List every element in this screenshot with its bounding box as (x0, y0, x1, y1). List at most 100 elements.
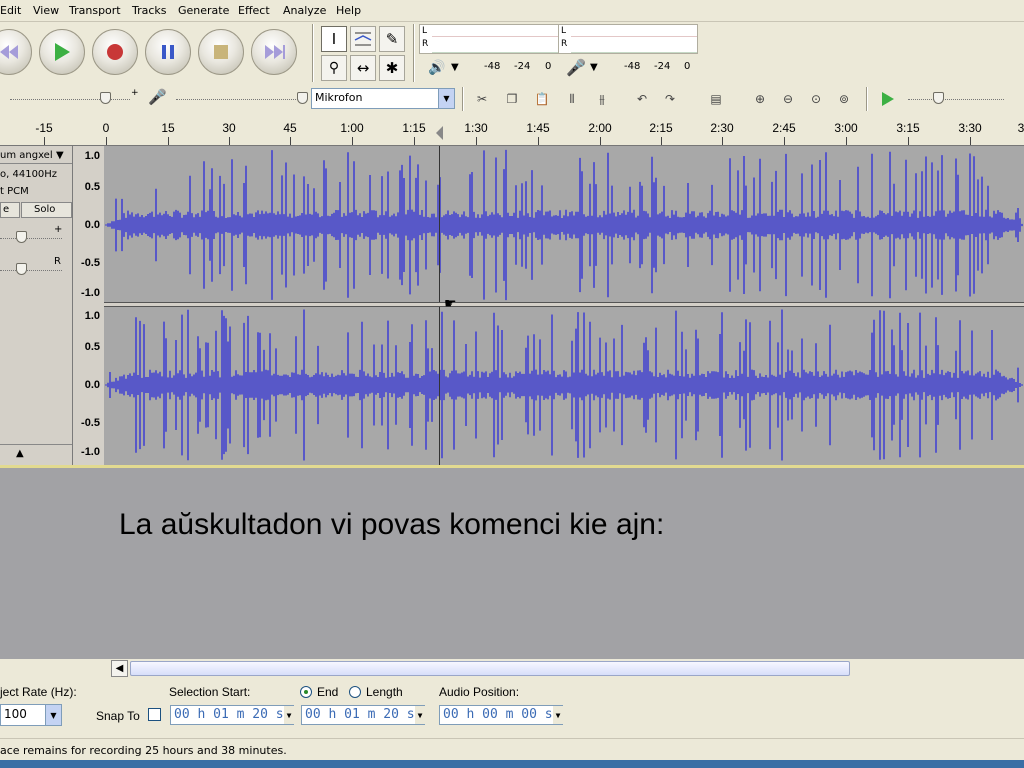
trim-button[interactable]: ⫴ (560, 88, 584, 110)
selection-end-time[interactable]: 00 h 01 m 20 s ▼ (301, 705, 425, 725)
ruler-label: 2:15 (649, 121, 673, 135)
selection-start-label: Selection Start: (169, 685, 251, 699)
zoom-in-button[interactable]: ⊕ (748, 88, 772, 110)
amplitude-label: -0.5 (81, 257, 100, 269)
menu-transport[interactable]: Transport (69, 4, 121, 17)
record-meter[interactable]: L R (558, 24, 698, 54)
menu-tracks[interactable]: Tracks (132, 4, 167, 17)
toolbar-area: I ✎ ⚲ ↔ ✱ L R L R 🔊 ▼ -48 -24 0 🎤 ▼ -48 … (0, 22, 1024, 115)
input-volume-thumb[interactable] (297, 92, 308, 104)
envelope-tool-button[interactable] (350, 26, 376, 52)
menu-help[interactable]: Help (336, 4, 361, 17)
toolbar-separator (312, 24, 314, 82)
amplitude-label: -1.0 (81, 446, 100, 458)
menu-effect[interactable]: Effect (238, 4, 270, 17)
ruler-label: -15 (35, 121, 53, 135)
fit-selection-button[interactable]: ⊙ (804, 88, 828, 110)
ruler-label: 3:30 (958, 121, 982, 135)
zoom-out-button[interactable]: ⊖ (776, 88, 800, 110)
menu-generate[interactable]: Generate (178, 4, 229, 17)
play-icon (882, 92, 894, 106)
playback-meter[interactable]: L R (419, 24, 559, 54)
solo-button[interactable]: Solo (21, 202, 72, 218)
zoom-tool-button[interactable]: ⚲ (321, 55, 347, 81)
input-source-select[interactable]: Mikrofon ▼ (311, 88, 455, 109)
microphone-icon[interactable]: 🎤 (566, 58, 586, 77)
paste-button[interactable]: 📋 (530, 88, 554, 110)
output-volume-slider[interactable] (10, 99, 130, 100)
chevron-down-icon[interactable]: ▼ (590, 62, 598, 73)
end-label: End (317, 685, 339, 699)
meter-left-label: L (561, 26, 567, 36)
multi-tool-button[interactable]: ✱ (379, 55, 405, 81)
ruler-label: 1:30 (464, 121, 488, 135)
gain-thumb[interactable] (16, 231, 27, 243)
pencil-icon: ✎ (385, 30, 399, 48)
play-icon (40, 30, 84, 74)
redo-button[interactable]: ↷ (658, 88, 682, 110)
waveform-channel (105, 309, 1023, 461)
audio-position-time[interactable]: 00 h 00 m 00 s ▼ (439, 705, 563, 725)
meter-scale-label: -48 (624, 61, 641, 72)
track-rate-info: o, 44100Hz (0, 169, 58, 180)
undo-button[interactable]: ↶ (630, 88, 654, 110)
stop-icon (199, 30, 243, 74)
selection-tool-button[interactable]: I (321, 26, 347, 52)
channel-divider (104, 302, 1024, 307)
draw-tool-button[interactable]: ✎ (379, 26, 405, 52)
scroll-left-button[interactable]: ◀ (111, 660, 128, 677)
timeline-ruler[interactable]: -15 0 15 30 45 1:00 1:15 1:30 1:45 2:00 … (0, 115, 1024, 146)
pan-slider[interactable] (0, 270, 62, 271)
meter-right-label: R (422, 39, 429, 49)
cut-button[interactable]: ✂ (470, 88, 494, 110)
menu-view[interactable]: View (33, 4, 59, 17)
sync-lock-button[interactable]: ▤ (704, 88, 728, 110)
menu-bar: Edit View Transport Tracks Generate Effe… (0, 0, 1024, 22)
play-at-speed-button[interactable] (876, 88, 900, 110)
silence-button[interactable]: ⫵ (590, 88, 614, 110)
copy-button[interactable]: ❐ (500, 88, 524, 110)
horizontal-scrollbar[interactable]: ◀ (0, 659, 1024, 678)
meter-scale-label: -48 (484, 61, 501, 72)
track-menu-button[interactable]: um angxel ▼ (0, 148, 72, 164)
end-radio[interactable] (300, 686, 312, 698)
waveform-area[interactable]: ☛ (104, 146, 1024, 465)
playback-speed-thumb[interactable] (933, 92, 944, 104)
scrollbar-thumb[interactable] (130, 661, 850, 676)
record-button[interactable] (92, 29, 138, 75)
selection-start-time[interactable]: 00 h 01 m 20 s ▼ (170, 705, 294, 725)
pause-icon (146, 30, 190, 74)
menu-edit[interactable]: Edit (0, 4, 21, 17)
snap-to-label: Snap To (96, 709, 140, 723)
pan-thumb[interactable] (16, 263, 27, 275)
snap-to-checkbox[interactable] (148, 708, 161, 721)
project-rate-select[interactable]: 100 ▼ (0, 704, 62, 726)
project-rate-value: 100 (4, 707, 27, 721)
stop-button[interactable] (198, 29, 244, 75)
mute-button[interactable]: e (0, 202, 20, 218)
fit-project-button[interactable]: ⊚ (832, 88, 856, 110)
mute-label: e (3, 204, 10, 215)
skip-start-button[interactable] (0, 29, 32, 75)
ibeam-icon: I (331, 30, 337, 48)
chevron-down-icon[interactable]: ▼ (451, 62, 459, 73)
playback-speed-slider[interactable] (908, 99, 1004, 100)
skip-end-button[interactable] (251, 29, 297, 75)
menu-analyze[interactable]: Analyze (283, 4, 326, 17)
amplitude-label: 0.5 (84, 181, 100, 193)
timeshift-tool-button[interactable]: ↔ (350, 55, 376, 81)
length-radio[interactable] (349, 686, 361, 698)
pause-button[interactable] (145, 29, 191, 75)
input-volume-slider[interactable] (176, 99, 304, 100)
play-button[interactable] (39, 29, 85, 75)
taskbar (0, 760, 1024, 768)
selection-toolbar: ject Rate (Hz): 100 ▼ Snap To Selection … (0, 678, 1024, 738)
ruler-label: 0 (102, 121, 110, 135)
gain-slider[interactable] (0, 238, 62, 239)
output-volume-thumb[interactable] (100, 92, 111, 104)
chevron-down-icon: ▼ (553, 706, 563, 724)
speaker-icon[interactable]: 🔊 (428, 60, 445, 76)
amplitude-label: 0.0 (84, 219, 100, 231)
collapse-track-button[interactable]: ▲ (0, 444, 72, 462)
chevron-down-icon: ▼ (415, 706, 425, 724)
